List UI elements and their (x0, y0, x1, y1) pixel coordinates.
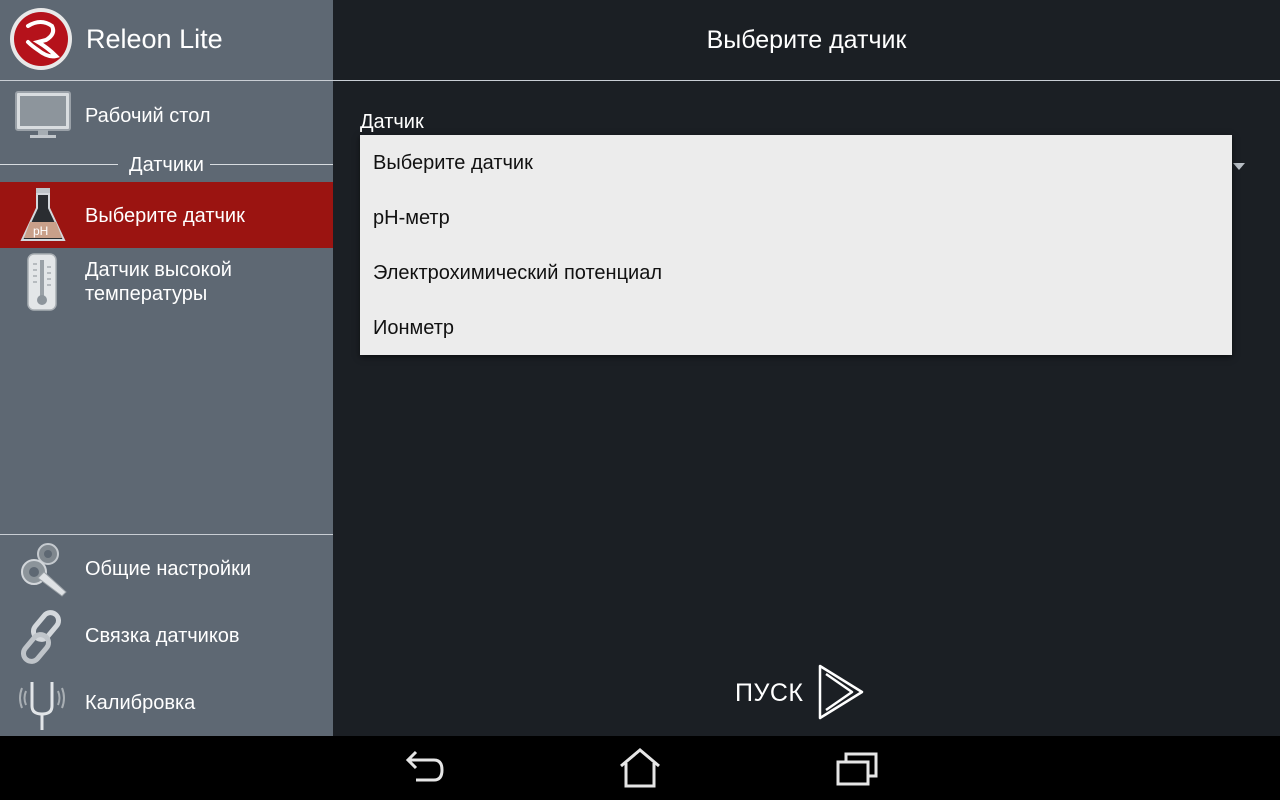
system-navigation-bar (0, 736, 1280, 800)
main-header: Выберите датчик (333, 0, 1280, 81)
sidebar-item-select-sensor[interactable]: pH Выберите датчик (0, 182, 333, 248)
sidebar-item-desktop[interactable]: Рабочий стол (0, 82, 333, 148)
back-icon[interactable] (400, 746, 450, 790)
start-button[interactable]: ПУСК (730, 660, 880, 724)
section-title: Датчики (129, 154, 204, 176)
monitor-icon (14, 90, 72, 145)
dropdown-option-ph-meter[interactable]: pH-метр (360, 190, 1232, 245)
sidebar-item-label: Калибровка (85, 692, 196, 714)
sidebar-item-label: Связка датчиков (85, 625, 240, 647)
sidebar-item-high-temp-sensor[interactable]: Датчик высокой температуры (0, 250, 333, 316)
releon-logo-icon (8, 6, 74, 72)
gears-wrench-icon (16, 542, 68, 603)
svg-text:pH: pH (33, 224, 48, 238)
option-label: Выберите датчик (373, 152, 533, 174)
home-icon[interactable] (615, 746, 665, 790)
sidebar-item-sensor-link[interactable]: Связка датчиков (0, 605, 333, 667)
page-title: Выберите датчик (706, 26, 907, 54)
dropdown-arrow-icon[interactable] (1233, 163, 1245, 170)
option-label: pH-метр (373, 207, 450, 229)
dropdown-option-select-sensor[interactable]: Выберите датчик (360, 135, 1232, 190)
dropdown-option-ionometer[interactable]: Ионметр (360, 300, 1232, 355)
sidebar-item-general-settings[interactable]: Общие настройки (0, 540, 333, 600)
thermometer-icon (26, 252, 58, 317)
sensor-dropdown-list: Выберите датчик pH-метр Электрохимически… (360, 135, 1232, 355)
option-label: Электрохимический потенциал (373, 262, 662, 284)
sidebar-item-label: Рабочий стол (85, 105, 211, 127)
sidebar-item-label: Выберите датчик (85, 205, 245, 227)
app-header: Releon Lite (0, 0, 333, 81)
sidebar-separator (0, 534, 333, 535)
sidebar-item-label: Общие настройки (85, 558, 251, 580)
section-header-sensors: Датчики (0, 152, 333, 180)
option-label: Ионметр (373, 317, 455, 339)
start-button-label: ПУСК (735, 679, 804, 707)
recent-apps-icon[interactable] (832, 746, 882, 790)
sidebar-item-calibration[interactable]: Калибровка (0, 672, 333, 734)
dropdown-option-electrochemical-potential[interactable]: Электрохимический потенциал (360, 245, 1232, 300)
sidebar-item-label: Датчик высокой температуры (85, 259, 232, 305)
sidebar: Releon Lite Рабочий стол Датчики pH Выбе… (0, 0, 333, 736)
app-title: Releon Lite (86, 24, 223, 54)
tuning-fork-icon (14, 676, 70, 737)
ph-flask-icon: pH (20, 186, 66, 249)
play-icon (818, 664, 864, 720)
sensor-field-label: Датчик (360, 111, 424, 133)
chain-link-icon (14, 609, 70, 670)
